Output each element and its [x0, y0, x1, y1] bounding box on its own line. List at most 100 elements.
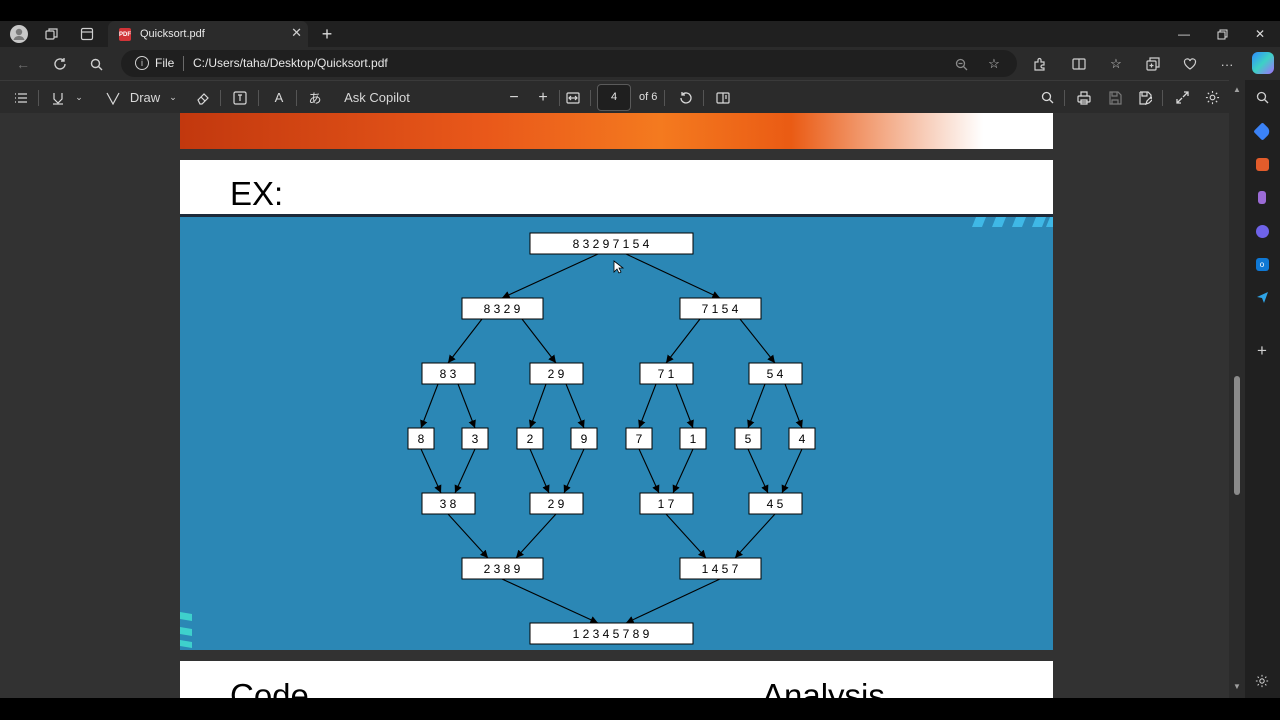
scroll-up-icon[interactable]: ▲ [1232, 85, 1242, 94]
node-l5-0-label: 2 3 8 9 [484, 562, 521, 576]
save-as-icon[interactable] [1134, 81, 1156, 114]
node-l2-1: 2 9 [529, 362, 584, 385]
zoom-out-icon[interactable]: − [503, 81, 525, 114]
sidebar-settings-icon[interactable] [1252, 671, 1272, 691]
shopping-tag-icon[interactable] [1252, 121, 1272, 141]
search-icon[interactable] [1252, 87, 1272, 107]
profile-icon[interactable] [6, 21, 32, 47]
tab-quicksort[interactable]: PDF Quicksort.pdf ✕ [108, 21, 308, 47]
node-l5-1-label: 1 4 5 7 [702, 562, 739, 576]
tab-actions-icon[interactable] [74, 21, 100, 47]
print-icon[interactable] [1073, 81, 1095, 114]
diagram-arrow [454, 448, 476, 494]
read-aloud-glyph: A [274, 90, 284, 105]
toolbar-separator [38, 90, 39, 106]
eraser-icon[interactable] [192, 81, 214, 114]
node-l3-2-label: 2 [527, 432, 534, 446]
pdf-viewer[interactable]: EX: 8 3 2 9 7 1 5 4 8 3 2 9 7 1 5 4 8 3 … [0, 113, 1245, 698]
fullscreen-icon[interactable] [1171, 81, 1193, 114]
address-bar[interactable]: i File C:/Users/taha/Desktop/Quicksort.p… [121, 50, 1017, 77]
more-icon[interactable]: ··· [1214, 51, 1240, 77]
node-l2-0: 8 3 [421, 362, 476, 385]
settings-icon[interactable] [1201, 81, 1223, 114]
diagram-arrow [521, 318, 557, 364]
node-l3-5-label: 1 [690, 432, 697, 446]
back-icon[interactable]: ← [10, 51, 36, 77]
scrollbar-thumb[interactable] [1234, 376, 1240, 495]
rotate-icon[interactable] [675, 81, 697, 114]
node-l2-0-label: 8 3 [440, 367, 457, 381]
translate-icon[interactable]: あ [304, 81, 326, 114]
draw-button[interactable]: Draw [128, 81, 162, 114]
collections-icon[interactable] [1140, 51, 1166, 77]
diagram-arrow [515, 513, 557, 559]
diagram-arrow [447, 318, 483, 364]
toolbar-separator [1064, 90, 1065, 106]
node-l4-3: 4 5 [748, 492, 803, 515]
node-root: 8 3 2 9 7 1 5 4 [529, 232, 694, 255]
node-l4-1: 2 9 [529, 492, 584, 515]
scheme-label: File [155, 56, 175, 70]
scroll-down-icon[interactable]: ▼ [1232, 682, 1242, 691]
pdf-page-next: Code Analysis [180, 661, 1053, 698]
tools-icon[interactable] [1252, 154, 1272, 174]
close-window-icon[interactable]: ✕ [1241, 21, 1279, 47]
pdf-page-previous [180, 113, 1053, 149]
node-l4-2: 1 7 [639, 492, 694, 515]
node-l4-0: 3 8 [421, 492, 476, 515]
page-view-icon[interactable] [712, 81, 734, 114]
fit-page-icon[interactable] [562, 81, 584, 114]
pdf-icon: PDF [119, 28, 131, 41]
star-icon[interactable]: ☆ [984, 54, 1004, 74]
page-number-input[interactable]: 4 [597, 84, 631, 111]
node-l4-2-label: 1 7 [658, 497, 675, 511]
tab-title: Quicksort.pdf [140, 28, 205, 40]
save-icon[interactable] [1104, 81, 1126, 114]
heart-icon[interactable] [1177, 51, 1203, 77]
minimize-icon[interactable]: — [1165, 21, 1203, 47]
games-icon[interactable] [1252, 187, 1272, 207]
url-text[interactable]: C:/Users/taha/Desktop/Quicksort.pdf [193, 56, 388, 70]
extensions-icon[interactable] [1027, 51, 1053, 77]
close-icon[interactable]: ✕ [291, 25, 302, 41]
diagram-arrow [781, 448, 803, 494]
add-app-icon[interactable]: + [1252, 341, 1272, 361]
zoom-icon[interactable] [951, 54, 971, 74]
chevron-down-icon[interactable]: ⌄ [166, 81, 180, 114]
toolbar-separator [703, 90, 704, 106]
vertical-scrollbar[interactable]: ▲ ▼ [1229, 80, 1245, 698]
toolbar-separator [664, 90, 665, 106]
address-toolbar: ← i File C:/Users/taha/Desktop/Quicksort… [0, 47, 1280, 80]
search-icon[interactable] [1036, 81, 1058, 114]
favorites-icon[interactable]: ☆ [1103, 51, 1129, 77]
ask-copilot-label: Ask Copilot [344, 90, 410, 105]
node-l2-3: 5 4 [748, 362, 803, 385]
restore-icon[interactable] [1203, 21, 1241, 47]
diagram-arrow [625, 253, 721, 299]
info-icon[interactable]: i [135, 56, 149, 70]
refresh-icon[interactable] [47, 51, 73, 77]
copilot-icon[interactable] [1252, 52, 1274, 74]
new-tab-button[interactable]: + [316, 21, 338, 47]
node-result: 1 2 3 4 5 7 8 9 [529, 622, 694, 645]
node-l3-0-label: 8 [418, 432, 425, 446]
translate-glyph: あ [308, 91, 322, 106]
chevron-down-icon[interactable]: ⌄ [72, 81, 86, 114]
node-l3-7-label: 4 [799, 432, 806, 446]
decorative-stripes-left [180, 612, 192, 648]
node-l1-1-label: 7 1 5 4 [702, 302, 739, 316]
text-icon[interactable] [229, 81, 251, 114]
search-icon[interactable] [83, 51, 109, 77]
send-icon[interactable] [1252, 287, 1272, 307]
highlight-icon[interactable] [47, 81, 69, 114]
workspaces-icon[interactable] [39, 21, 65, 47]
draw-icon[interactable] [102, 81, 124, 114]
contents-icon[interactable] [10, 81, 32, 114]
ask-copilot-button[interactable]: Ask Copilot [338, 81, 416, 114]
outlook-icon[interactable]: o [1252, 254, 1272, 274]
zoom-in-icon[interactable]: + [532, 81, 554, 114]
split-screen-icon[interactable] [1066, 51, 1092, 77]
node-l3-1-label: 3 [472, 432, 479, 446]
copilot-app-icon[interactable] [1252, 221, 1272, 241]
read-aloud-icon[interactable]: A [268, 81, 290, 114]
